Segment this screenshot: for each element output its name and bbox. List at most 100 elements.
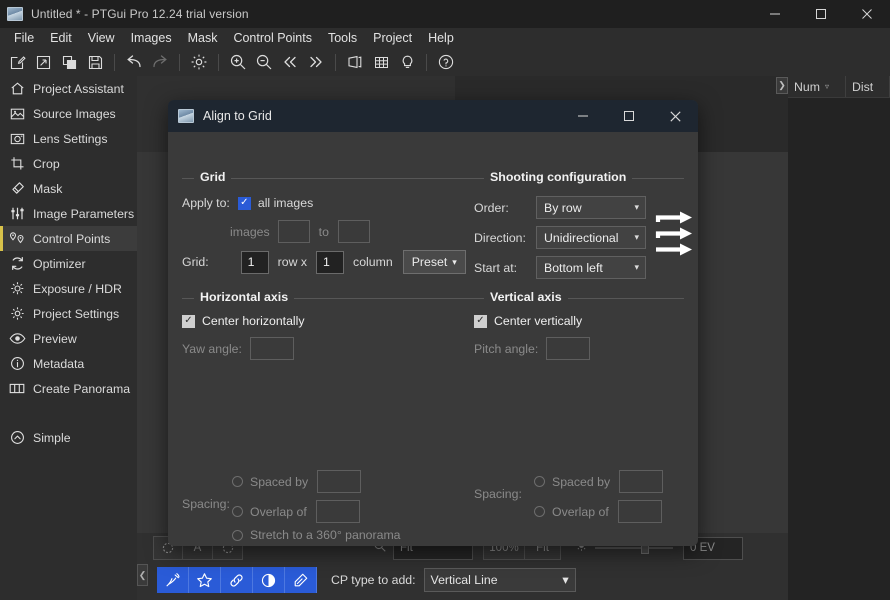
column-header-dist[interactable]: Dist [846,76,890,97]
sidebar-item-metadata[interactable]: Metadata [0,351,137,376]
start-at-value: Bottom left [544,261,603,275]
dialog-minimize-icon[interactable] [560,100,606,132]
maximize-icon[interactable] [798,0,844,28]
preset-button[interactable]: Preset ▾ [403,250,466,274]
vertical-overlap-row: Overlap of [534,500,662,523]
direction-label: Direction: [474,231,536,245]
menu-view[interactable]: View [80,29,123,47]
align-to-grid-dialog: Align to Grid Grid Apply to: [168,100,698,546]
vertical-overlap-input[interactable] [618,500,662,523]
add-images-icon[interactable] [56,50,82,74]
images-to-input[interactable] [338,220,370,243]
direction-select[interactable]: Unidirectional ▾ [536,226,646,249]
grid-columns-input[interactable]: 1 [316,251,344,274]
order-select[interactable]: By row ▾ [536,196,646,219]
sidebar-item-image-parameters[interactable]: Image Parameters [0,201,137,226]
sidebar-item-preview[interactable]: Preview [0,326,137,351]
yaw-angle-row: Yaw angle: [182,337,294,360]
stretch-360-radio[interactable] [232,530,243,541]
center-vertically-label: Center vertically [494,314,582,328]
next-icon[interactable] [303,50,329,74]
all-images-checkbox[interactable]: ✓ [238,197,251,210]
order-value: By row [544,201,582,215]
sidebar-item-optimizer[interactable]: Optimizer [0,251,137,276]
horizontal-overlap-input[interactable] [316,500,360,523]
main-toolbar [0,48,890,76]
yaw-angle-input[interactable] [250,337,294,360]
close-icon[interactable] [844,0,890,28]
help-icon[interactable] [433,50,459,74]
sidebar-item-project-assistant[interactable]: Project Assistant [0,76,137,101]
sidebar-item-label: Exposure / HDR [33,282,122,296]
horizontal-spaced-by-radio[interactable] [232,476,243,487]
menu-project[interactable]: Project [365,29,420,47]
grid-row-label: row x [278,255,307,269]
sidebar-item-exposure-hdr[interactable]: Exposure / HDR [0,276,137,301]
sidebar-item-project-settings[interactable]: Project Settings [0,301,137,326]
vertical-overlap-radio[interactable] [534,506,545,517]
panorama-editor-icon[interactable] [342,50,368,74]
sidebar-item-mask[interactable]: Mask [0,176,137,201]
panel-collapse-right-button[interactable]: ❯ [776,77,788,94]
menu-mask[interactable]: Mask [180,29,226,47]
save-project-icon[interactable] [82,50,108,74]
sidebar-item-label: Control Points [33,232,110,246]
cp-type-select[interactable]: Vertical Line ▾ [424,568,576,592]
grid-group-title: Grid [194,170,231,184]
exposure-slider[interactable] [595,547,673,549]
vertical-spaced-by-input[interactable] [619,470,663,493]
pitch-angle-input[interactable] [546,337,590,360]
contrast-icon[interactable] [253,567,285,593]
images-from-input[interactable] [278,220,310,243]
previous-icon[interactable] [277,50,303,74]
add-point-icon[interactable] [157,567,189,593]
menu-edit[interactable]: Edit [42,29,80,47]
zoom-out-icon[interactable] [251,50,277,74]
open-project-icon[interactable] [30,50,56,74]
star-icon[interactable] [189,567,221,593]
center-vertically-checkbox[interactable]: ✓ [474,315,487,328]
horizontal-spaced-by-input[interactable] [317,470,361,493]
redo-icon[interactable] [147,50,173,74]
sidebar-item-create-panorama[interactable]: Create Panorama [0,376,137,401]
sidebar-item-label: Optimizer [33,257,86,271]
settings-gear-icon[interactable] [186,50,212,74]
menu-file[interactable]: File [6,29,42,47]
gear-icon [7,305,27,323]
column-header-num[interactable]: Num ▿ [788,76,846,97]
window-titlebar: Untitled * - PTGui Pro 12.24 trial versi… [0,0,890,28]
color-picker-icon[interactable] [285,567,317,593]
sidebar-item-control-points[interactable]: Control Points [0,226,137,251]
link-icon[interactable] [221,567,253,593]
images-range-label: images [230,225,270,239]
menu-tools[interactable]: Tools [320,29,365,47]
sidebar-item-label: Crop [33,157,60,171]
dialog-maximize-icon[interactable] [606,100,652,132]
sidebar-item-source-images[interactable]: Source Images [0,101,137,126]
vertical-overlap-label: Overlap of [552,505,609,519]
grid-icon[interactable] [368,50,394,74]
minimize-icon[interactable] [752,0,798,28]
center-horizontally-checkbox[interactable]: ✓ [182,315,195,328]
new-project-icon[interactable] [4,50,30,74]
lightbulb-icon[interactable] [394,50,420,74]
images-icon [7,105,27,123]
dialog-close-icon[interactable] [652,100,698,132]
grid-rows-input[interactable]: 1 [241,251,269,274]
menu-help[interactable]: Help [420,29,462,47]
vertical-spaced-by-radio[interactable] [534,476,545,487]
horizontal-overlap-label: Overlap of [250,505,307,519]
menu-control-points[interactable]: Control Points [225,29,320,47]
sidebar-item-lens-settings[interactable]: Lens Settings [0,126,137,151]
sidebar-mode-toggle[interactable]: Simple [0,425,137,450]
start-at-select[interactable]: Bottom left ▾ [536,256,646,279]
zoom-in-icon[interactable] [225,50,251,74]
panel-collapse-left-button[interactable]: ❮ [137,564,148,586]
undo-icon[interactable] [121,50,147,74]
sun-icon [7,280,27,298]
menu-images[interactable]: Images [123,29,180,47]
control-points-table-panel: ❯ Num ▿ Dist [788,76,890,600]
sidebar-item-crop[interactable]: Crop [0,151,137,176]
horizontal-overlap-radio[interactable] [232,506,243,517]
grid-group: Grid [182,178,476,179]
